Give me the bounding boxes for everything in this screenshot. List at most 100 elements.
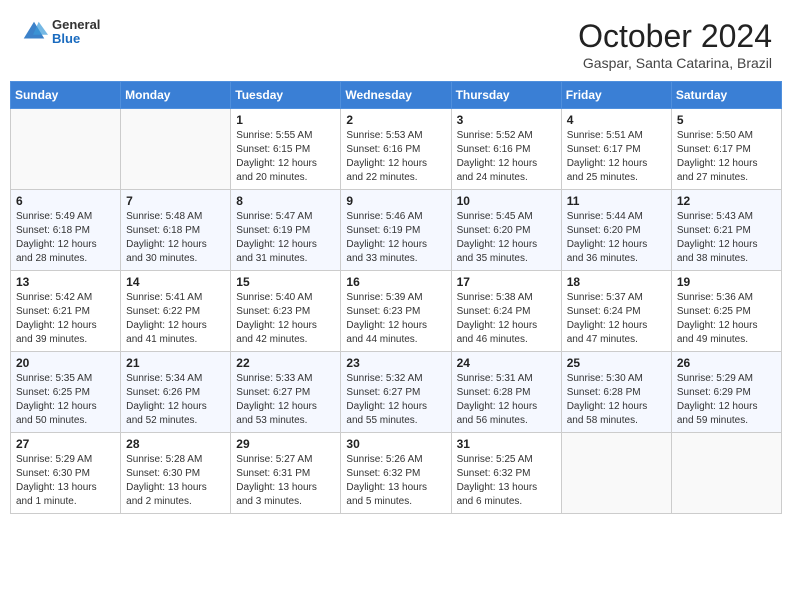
- calendar-day-cell: 21 Sunrise: 5:34 AMSunset: 6:26 PMDayligh…: [121, 352, 231, 433]
- logo-blue: Blue: [52, 32, 100, 46]
- day-number: 21: [126, 356, 225, 370]
- day-number: 2: [346, 113, 445, 127]
- day-info: Sunrise: 5:25 AMSunset: 6:32 PMDaylight:…: [457, 453, 556, 509]
- calendar-week-row: 27 Sunrise: 5:29 AMSunset: 6:30 PMDayligh…: [11, 433, 782, 514]
- day-number: 11: [567, 194, 666, 208]
- calendar-day-cell: 4 Sunrise: 5:51 AMSunset: 6:17 PMDaylight…: [561, 109, 671, 190]
- day-number: 13: [16, 275, 115, 289]
- day-info: Sunrise: 5:40 AMSunset: 6:23 PMDaylight:…: [236, 291, 335, 347]
- location-subtitle: Gaspar, Santa Catarina, Brazil: [578, 55, 772, 71]
- day-number: 6: [16, 194, 115, 208]
- calendar-day-cell: 26 Sunrise: 5:29 AMSunset: 6:29 PMDayligh…: [671, 352, 781, 433]
- calendar-day-cell: 8 Sunrise: 5:47 AMSunset: 6:19 PMDaylight…: [231, 190, 341, 271]
- day-info: Sunrise: 5:36 AMSunset: 6:25 PMDaylight:…: [677, 291, 776, 347]
- day-number: 8: [236, 194, 335, 208]
- calendar-day-cell: 27 Sunrise: 5:29 AMSunset: 6:30 PMDayligh…: [11, 433, 121, 514]
- calendar-day-cell: [561, 433, 671, 514]
- day-info: Sunrise: 5:48 AMSunset: 6:18 PMDaylight:…: [126, 210, 225, 266]
- day-number: 17: [457, 275, 556, 289]
- day-number: 27: [16, 437, 115, 451]
- calendar-day-cell: 16Sunrise: 5:39 AMSunset: 6:23 PMDayligh…: [341, 271, 451, 352]
- day-of-week-header: Friday: [561, 82, 671, 109]
- day-number: 10: [457, 194, 556, 208]
- logo-general: General: [52, 18, 100, 32]
- day-info: Sunrise: 5:46 AMSunset: 6:19 PMDaylight:…: [346, 210, 445, 266]
- calendar-day-cell: 17Sunrise: 5:38 AMSunset: 6:24 PMDayligh…: [451, 271, 561, 352]
- day-number: 25: [567, 356, 666, 370]
- day-info: Sunrise: 5:33 AMSunset: 6:27 PMDaylight:…: [236, 372, 335, 428]
- calendar-day-cell: [11, 109, 121, 190]
- day-info: Sunrise: 5:51 AMSunset: 6:17 PMDaylight:…: [567, 129, 666, 185]
- day-info: Sunrise: 5:47 AMSunset: 6:19 PMDaylight:…: [236, 210, 335, 266]
- day-info: Sunrise: 5:29 AMSunset: 6:30 PMDaylight:…: [16, 453, 115, 509]
- day-info: Sunrise: 5:31 AMSunset: 6:28 PMDaylight:…: [457, 372, 556, 428]
- logo-text: General Blue: [52, 18, 100, 47]
- day-number: 24: [457, 356, 556, 370]
- calendar-day-cell: 18 Sunrise: 5:37 AMSunset: 6:24 PMDayligh…: [561, 271, 671, 352]
- day-number: 31: [457, 437, 556, 451]
- day-number: 22: [236, 356, 335, 370]
- calendar-day-cell: 1Sunrise: 5:55 AMSunset: 6:15 PMDaylight…: [231, 109, 341, 190]
- calendar-day-cell: 28 Sunrise: 5:28 AMSunset: 6:30 PMDayligh…: [121, 433, 231, 514]
- day-number: 3: [457, 113, 556, 127]
- calendar-week-row: 1Sunrise: 5:55 AMSunset: 6:15 PMDaylight…: [11, 109, 782, 190]
- calendar-day-cell: 20 Sunrise: 5:35 AMSunset: 6:25 PMDayligh…: [11, 352, 121, 433]
- day-info: Sunrise: 5:35 AMSunset: 6:25 PMDaylight:…: [16, 372, 115, 428]
- day-info: Sunrise: 5:49 AMSunset: 6:18 PMDaylight:…: [16, 210, 115, 266]
- day-of-week-header: Wednesday: [341, 82, 451, 109]
- day-number: 9: [346, 194, 445, 208]
- day-number: 20: [16, 356, 115, 370]
- day-info: Sunrise: 5:30 AMSunset: 6:28 PMDaylight:…: [567, 372, 666, 428]
- page-header: General Blue October 2024 Gaspar, Santa …: [10, 10, 782, 77]
- calendar-day-cell: 31 Sunrise: 5:25 AMSunset: 6:32 PMDayligh…: [451, 433, 561, 514]
- day-number: 18: [567, 275, 666, 289]
- calendar-day-cell: 12Sunrise: 5:43 AMSunset: 6:21 PMDayligh…: [671, 190, 781, 271]
- day-info: Sunrise: 5:37 AMSunset: 6:24 PMDaylight:…: [567, 291, 666, 347]
- day-info: Sunrise: 5:44 AMSunset: 6:20 PMDaylight:…: [567, 210, 666, 266]
- day-info: Sunrise: 5:28 AMSunset: 6:30 PMDaylight:…: [126, 453, 225, 509]
- day-info: Sunrise: 5:45 AMSunset: 6:20 PMDaylight:…: [457, 210, 556, 266]
- calendar-day-cell: 22 Sunrise: 5:33 AMSunset: 6:27 PMDayligh…: [231, 352, 341, 433]
- day-number: 7: [126, 194, 225, 208]
- day-info: Sunrise: 5:34 AMSunset: 6:26 PMDaylight:…: [126, 372, 225, 428]
- day-number: 14: [126, 275, 225, 289]
- calendar-day-cell: 3 Sunrise: 5:52 AMSunset: 6:16 PMDaylight…: [451, 109, 561, 190]
- day-of-week-header: Tuesday: [231, 82, 341, 109]
- calendar-day-cell: 29Sunrise: 5:27 AMSunset: 6:31 PMDayligh…: [231, 433, 341, 514]
- calendar-day-cell: [671, 433, 781, 514]
- calendar-header-row: SundayMondayTuesdayWednesdayThursdayFrid…: [11, 82, 782, 109]
- calendar-day-cell: [121, 109, 231, 190]
- day-info: Sunrise: 5:41 AMSunset: 6:22 PMDaylight:…: [126, 291, 225, 347]
- day-of-week-header: Monday: [121, 82, 231, 109]
- day-info: Sunrise: 5:32 AMSunset: 6:27 PMDaylight:…: [346, 372, 445, 428]
- day-number: 4: [567, 113, 666, 127]
- day-number: 12: [677, 194, 776, 208]
- day-info: Sunrise: 5:50 AMSunset: 6:17 PMDaylight:…: [677, 129, 776, 185]
- day-number: 30: [346, 437, 445, 451]
- day-info: Sunrise: 5:27 AMSunset: 6:31 PMDaylight:…: [236, 453, 335, 509]
- calendar-day-cell: 30Sunrise: 5:26 AMSunset: 6:32 PMDayligh…: [341, 433, 451, 514]
- calendar-day-cell: 5Sunrise: 5:50 AMSunset: 6:17 PMDaylight…: [671, 109, 781, 190]
- calendar-day-cell: 25 Sunrise: 5:30 AMSunset: 6:28 PMDayligh…: [561, 352, 671, 433]
- calendar-day-cell: 24 Sunrise: 5:31 AMSunset: 6:28 PMDayligh…: [451, 352, 561, 433]
- day-info: Sunrise: 5:29 AMSunset: 6:29 PMDaylight:…: [677, 372, 776, 428]
- calendar-table: SundayMondayTuesdayWednesdayThursdayFrid…: [10, 81, 782, 514]
- day-number: 16: [346, 275, 445, 289]
- calendar-day-cell: 10 Sunrise: 5:45 AMSunset: 6:20 PMDayligh…: [451, 190, 561, 271]
- day-number: 28: [126, 437, 225, 451]
- calendar-day-cell: 15Sunrise: 5:40 AMSunset: 6:23 PMDayligh…: [231, 271, 341, 352]
- logo-icon: [20, 18, 48, 46]
- day-of-week-header: Saturday: [671, 82, 781, 109]
- day-info: Sunrise: 5:52 AMSunset: 6:16 PMDaylight:…: [457, 129, 556, 185]
- title-section: October 2024 Gaspar, Santa Catarina, Bra…: [578, 18, 772, 71]
- calendar-day-cell: 23Sunrise: 5:32 AMSunset: 6:27 PMDayligh…: [341, 352, 451, 433]
- day-number: 26: [677, 356, 776, 370]
- calendar-day-cell: 13 Sunrise: 5:42 AMSunset: 6:21 PMDayligh…: [11, 271, 121, 352]
- calendar-day-cell: 6 Sunrise: 5:49 AMSunset: 6:18 PMDaylight…: [11, 190, 121, 271]
- day-of-week-header: Thursday: [451, 82, 561, 109]
- day-info: Sunrise: 5:42 AMSunset: 6:21 PMDaylight:…: [16, 291, 115, 347]
- calendar-day-cell: 9 Sunrise: 5:46 AMSunset: 6:19 PMDaylight…: [341, 190, 451, 271]
- day-info: Sunrise: 5:55 AMSunset: 6:15 PMDaylight:…: [236, 129, 335, 185]
- calendar-week-row: 6 Sunrise: 5:49 AMSunset: 6:18 PMDaylight…: [11, 190, 782, 271]
- calendar-week-row: 20 Sunrise: 5:35 AMSunset: 6:25 PMDayligh…: [11, 352, 782, 433]
